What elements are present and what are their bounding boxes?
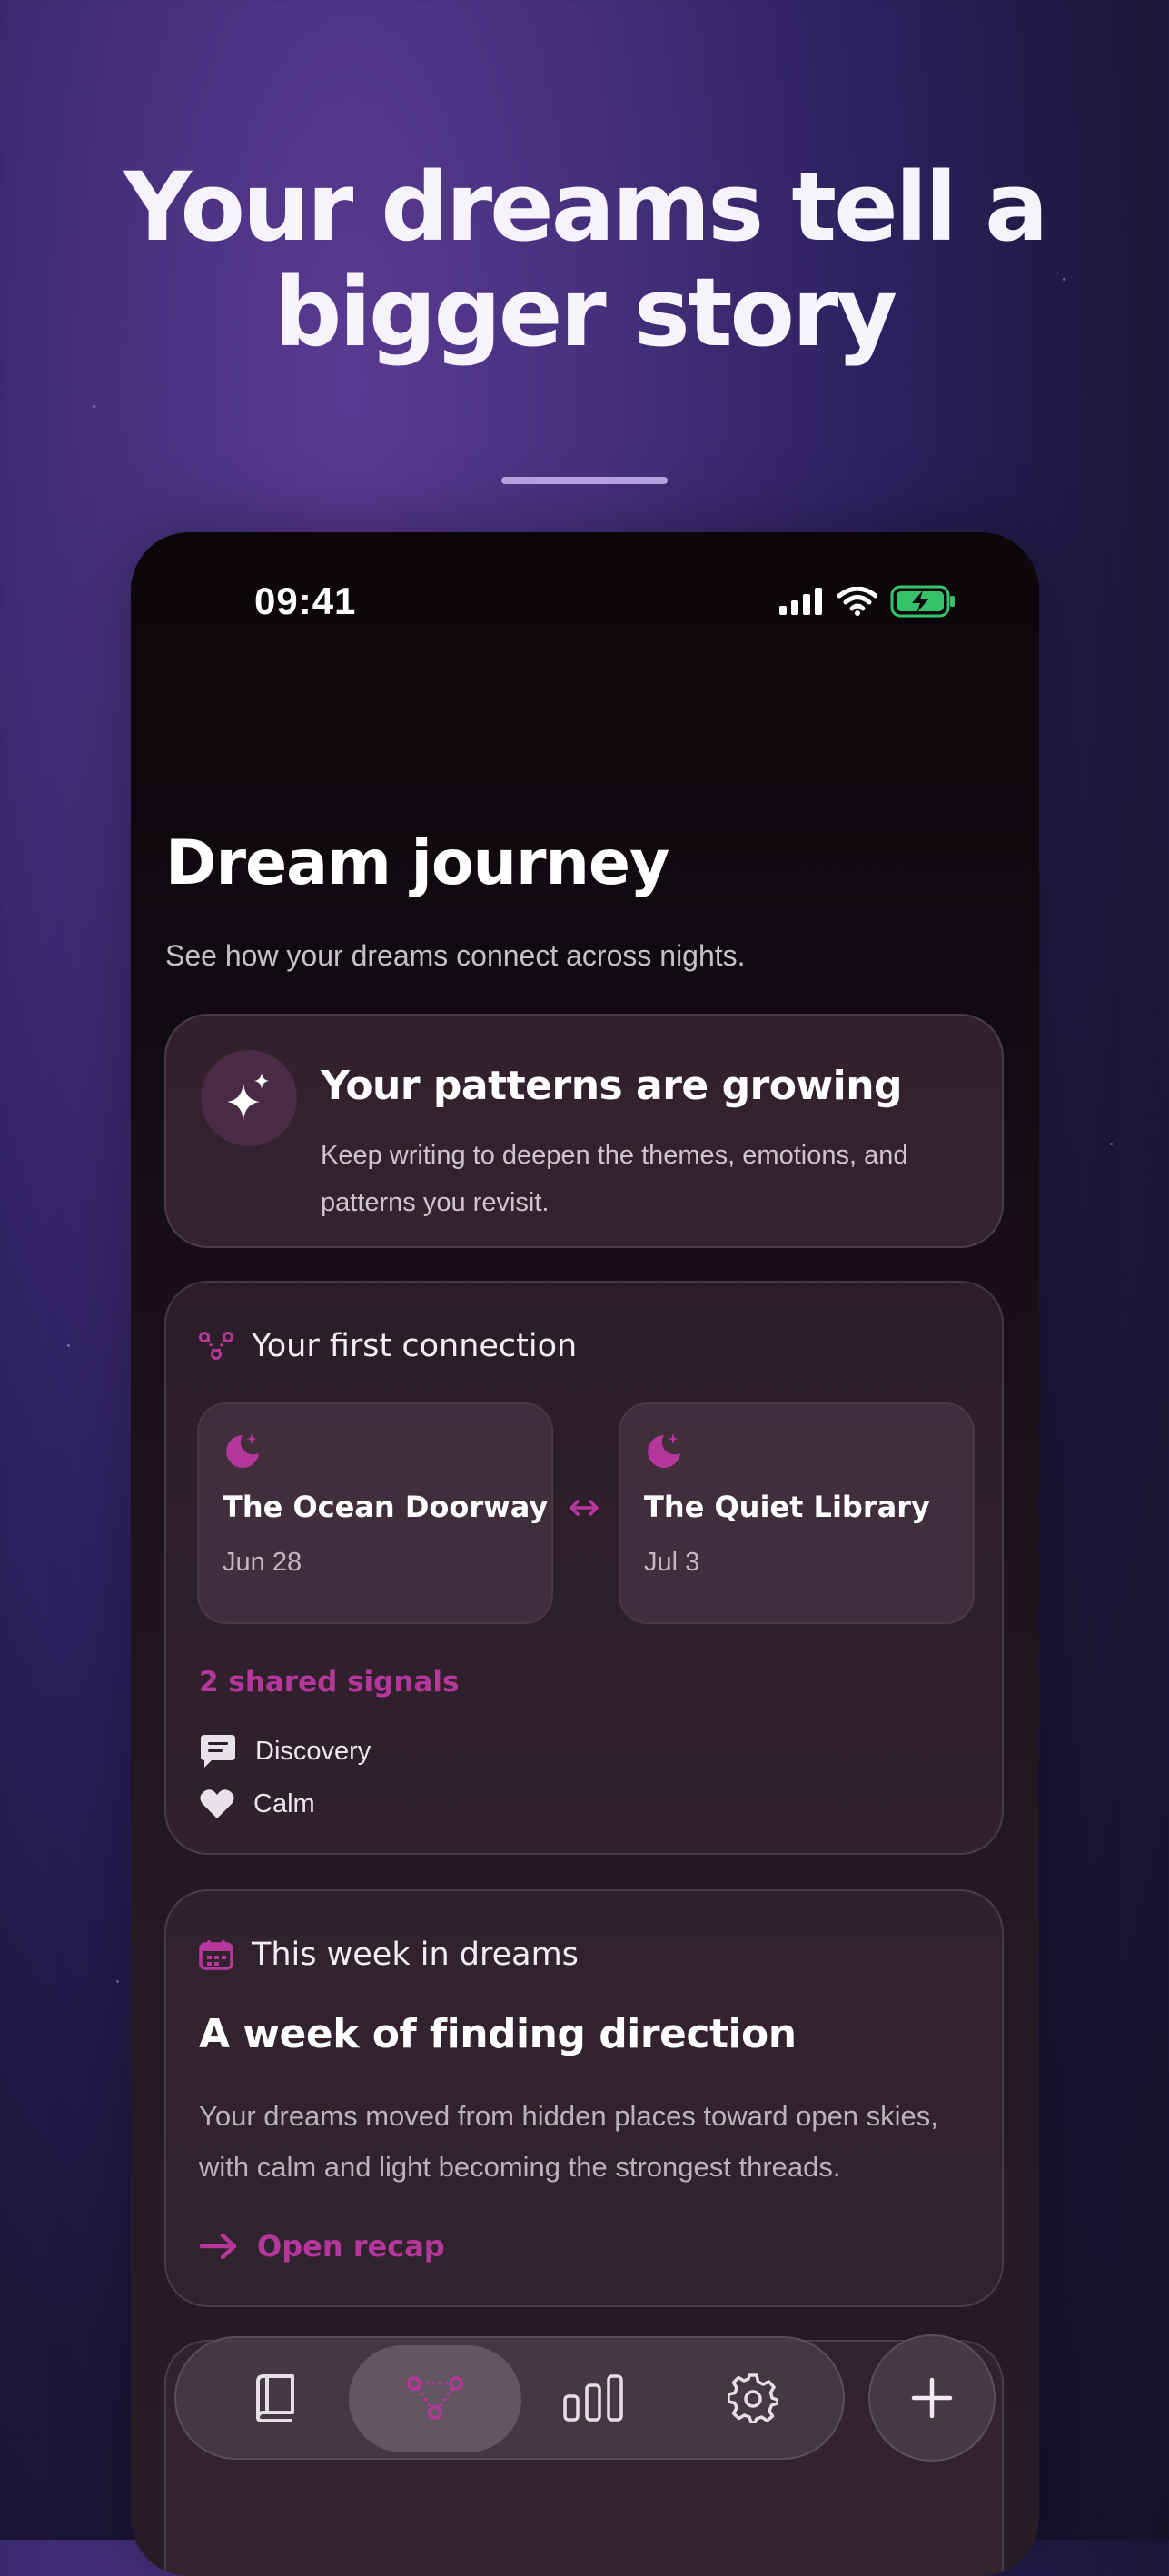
tab-settings[interactable] xyxy=(685,2338,821,2458)
patterns-card[interactable]: Your patterns are growing Keep writing t… xyxy=(164,1014,1004,1248)
dream-tile[interactable]: The Ocean Doorway Jun 28 xyxy=(197,1402,553,1624)
hero-divider xyxy=(501,477,668,484)
journal-icon xyxy=(256,2374,294,2422)
recap-header: This week in dreams xyxy=(199,1937,579,1973)
moon-icon xyxy=(648,1433,680,1468)
arrow-right-icon xyxy=(199,2233,237,2260)
patterns-title: Your patterns are growing xyxy=(321,1063,903,1109)
recap-title: A week of finding direction xyxy=(199,2011,797,2057)
tab-connections[interactable] xyxy=(349,2338,521,2458)
dream-date: Jun 28 xyxy=(223,1548,302,1577)
recap-label: This week in dreams xyxy=(252,1937,579,1973)
tab-stats[interactable] xyxy=(525,2338,661,2458)
dream-title: The Ocean Doorway xyxy=(223,1490,549,1524)
signal-icon xyxy=(779,588,822,615)
tab-journal[interactable] xyxy=(207,2338,343,2458)
add-dream-button[interactable] xyxy=(868,2334,996,2462)
heart-icon xyxy=(200,1789,234,1818)
hero-title-line1: Your dreams tell a xyxy=(123,152,1049,263)
connection-header: Your first connection xyxy=(199,1328,577,1364)
sparkle-icon-badge xyxy=(201,1050,297,1146)
stats-icon xyxy=(563,2374,623,2422)
weekly-recap-card[interactable]: This week in dreams A week of finding di… xyxy=(164,1889,1004,2307)
moon-icon xyxy=(226,1433,259,1468)
page-title: Dream journey xyxy=(165,827,669,899)
signal-item: Discovery xyxy=(199,1733,371,1769)
connections-icon xyxy=(407,2376,463,2420)
open-recap-link[interactable]: Open recap xyxy=(199,2229,445,2264)
hero-title-line2: bigger story xyxy=(273,257,897,368)
signal-label: Discovery xyxy=(255,1736,372,1766)
sparkle-icon xyxy=(227,1073,269,1120)
status-icons xyxy=(779,585,956,618)
phone-frame: 09:41 Dream journey See how your dreams … xyxy=(131,532,1039,2576)
signal-item: Calm xyxy=(199,1788,315,1820)
background-star xyxy=(1110,1143,1113,1145)
calendar-icon xyxy=(199,1940,233,1970)
wifi-icon xyxy=(837,587,877,616)
open-recap-label: Open recap xyxy=(257,2229,445,2264)
dream-date: Jul 3 xyxy=(644,1548,700,1577)
battery-icon xyxy=(890,585,955,618)
connection-title: Your first connection xyxy=(252,1328,578,1364)
hero-title: Your dreams tell a bigger story xyxy=(0,154,1169,365)
background-star xyxy=(67,1344,70,1347)
chat-icon xyxy=(201,1735,235,1768)
status-time: 09:41 xyxy=(254,580,357,622)
dream-title: The Quiet Library xyxy=(644,1490,930,1524)
recap-body: Your dreams moved from hidden places tow… xyxy=(199,2100,938,2183)
patterns-body: Keep writing to deepen the themes, emoti… xyxy=(321,1141,908,1217)
plus-icon xyxy=(911,2377,953,2419)
dream-tile[interactable]: The Quiet Library Jul 3 xyxy=(619,1402,975,1624)
connection-icon xyxy=(199,1332,233,1360)
signal-label: Calm xyxy=(253,1788,315,1818)
page-subtitle: See how your dreams connect across night… xyxy=(165,939,746,972)
shared-signals-title: 2 shared signals xyxy=(199,1666,460,1699)
settings-icon xyxy=(728,2373,778,2423)
background-star xyxy=(116,1980,119,1983)
connection-card[interactable]: Your first connection The Ocean Doorway … xyxy=(164,1281,1004,1855)
bidirectional-arrow-icon xyxy=(570,1500,599,1516)
background-star xyxy=(93,405,95,408)
tab-bar xyxy=(174,2336,845,2460)
